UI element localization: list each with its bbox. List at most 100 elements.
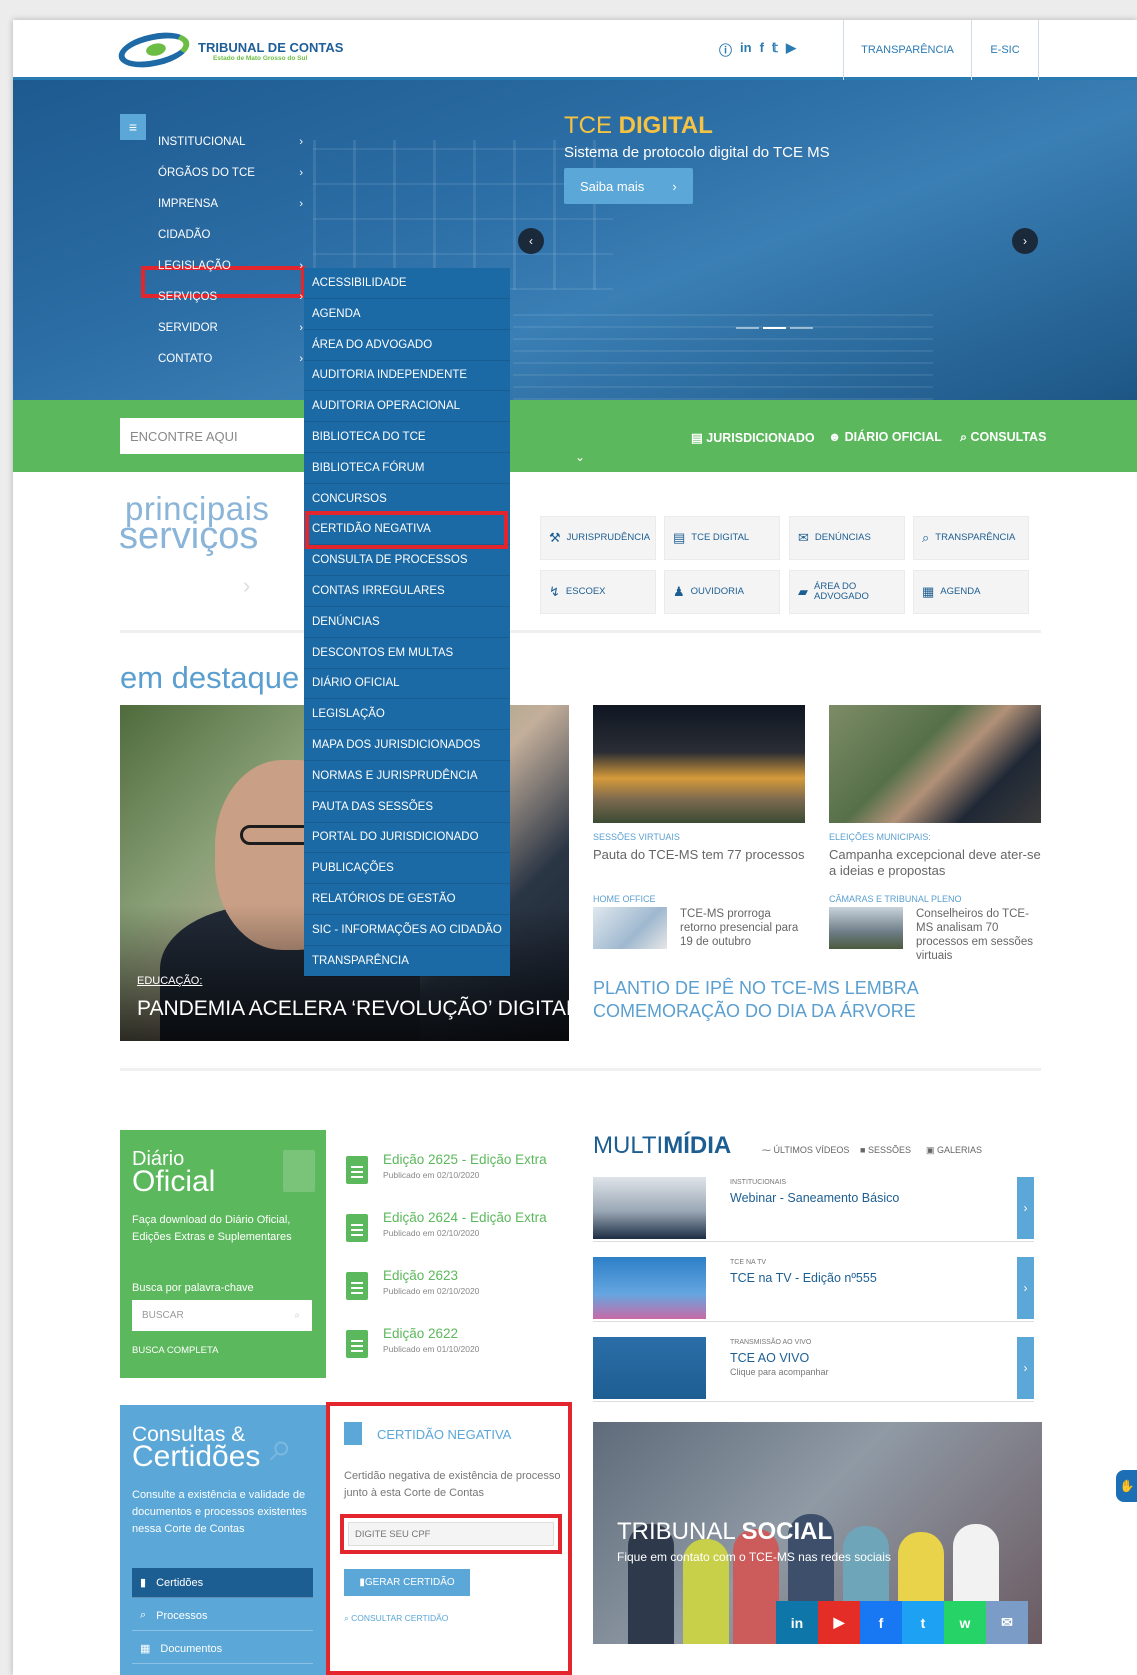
saiba-mais-button[interactable]: Saiba mais › [564,168,693,204]
news-category[interactable]: CÂMARAS E TRIBUNAL PLENO [829,894,962,904]
submenu-item[interactable]: CONSULTA DE PROCESSOS [304,545,510,577]
submenu-item[interactable]: BIBLIOTECA FÓRUM [304,453,510,484]
link-processos[interactable]: ⌕ Processos [132,1601,313,1631]
carousel-prev-button[interactable]: ‹ [518,228,544,254]
chevron-right-icon[interactable]: › [1017,1177,1034,1239]
submenu-item[interactable]: MAPA DOS JURISDICIONADOS [304,730,510,761]
service-item[interactable]: ✉ DENÚNCIAS [789,516,905,560]
menu-item[interactable]: LEGISLAÇÃO › [153,251,313,281]
twitter-icon[interactable]: 𝕥 [772,40,778,59]
menu-item[interactable]: ÓRGÃOS DO TCE › [153,158,313,188]
edicao-item[interactable]: Edição 2624 - Edição Extra Publicado em 0… [346,1210,566,1260]
whatsapp-icon[interactable]: w [944,1601,986,1644]
plantio-headline[interactable]: PLANTIO DE IPÊ NO TCE-MS LEMBRA COMEMORA… [593,977,1033,1023]
submenu-item[interactable]: TRANSPARÊNCIA [304,946,510,977]
link-jurisdicionado[interactable]: ▤ JURISDICIONADO [691,430,815,445]
menu-item[interactable]: IMPRENSA › [153,189,313,219]
menu-item[interactable]: SERVIÇOS › [153,282,313,312]
link-consultas[interactable]: ⌕ CONSULTAS [960,430,1046,445]
news-category[interactable]: SESSÕES VIRTUAIS [593,832,680,842]
logo[interactable]: TRIBUNAL DE CONTAS Estado de Mato Grosso… [115,26,343,74]
edicao-item[interactable]: Edição 2625 - Edição Extra Publicado em 0… [346,1152,566,1202]
news-title[interactable]: Campanha excepcional deve ater-se a idei… [829,847,1041,879]
carousel-next-button[interactable]: › [1012,228,1038,254]
news-category[interactable]: HOME OFFICE [593,894,656,904]
menu-item[interactable]: INSTITUCIONAL › [153,127,313,157]
submenu-item[interactable]: CONTAS IRREGULARES [304,576,510,607]
video-title[interactable]: Webinar - Saneamento Básico [730,1191,899,1205]
main-news-category[interactable]: EDUCAÇÃO: [137,975,202,987]
edicao-title[interactable]: Edição 2625 - Edição Extra [383,1152,547,1167]
menu-item[interactable]: CONTATO › [153,344,313,374]
linkedin-icon[interactable]: in [740,40,752,59]
submenu-item[interactable]: PAUTA DAS SESSÕES [304,792,510,823]
main-news-title[interactable]: PANDEMIA ACELERA ‘REVOLUÇÃO’ DIGITAL [137,997,569,1021]
chevron-down-icon[interactable]: ⌄ [575,450,585,464]
menu-item[interactable]: CIDADÃO [153,220,313,250]
video-thumbnail[interactable] [593,1177,706,1239]
news-thumb[interactable] [829,907,903,949]
twitter-icon[interactable]: t [902,1601,944,1644]
service-item[interactable]: ⌕ TRANSPARÊNCIA [913,516,1029,560]
search-icon[interactable]: ⌕ [294,1310,300,1321]
email-icon[interactable]: ✉ [986,1601,1028,1644]
chevron-right-icon[interactable]: › [1017,1257,1034,1319]
submenu-item[interactable]: NORMAS E JURISPRUDÊNCIA [304,761,510,792]
edicao-title[interactable]: Edição 2623 [383,1268,458,1283]
link-diario-oficial[interactable]: ☻ DIÁRIO OFICIAL [828,430,942,444]
service-item[interactable]: ▰ ÁREA DO ADVOGADO [789,570,905,614]
video-thumbnail[interactable] [593,1337,706,1399]
accessibility-icon[interactable]: ✋ [1116,1470,1137,1502]
submenu-item[interactable]: DESCONTOS EM MULTAS [304,638,510,669]
info-icon[interactable]: ⓘ [719,40,732,59]
service-item[interactable]: ▦ AGENDA [913,570,1029,614]
hamburger-icon[interactable]: ≡ [120,114,146,140]
tab-ultimos-videos[interactable]: ⁓ ÚLTIMOS VÍDEOS [762,1145,849,1156]
tab-galerias[interactable]: ▣ GALERIAS [926,1145,982,1156]
facebook-icon[interactable]: f [860,1601,902,1644]
submenu-item[interactable]: BIBLIOTECA DO TCE [304,422,510,453]
edicao-item[interactable]: Edição 2623 Publicado em 02/10/2020 [346,1268,566,1318]
video-item[interactable]: TCE NA TV TCE na TV - Edição nº555 › [593,1257,1034,1322]
service-item[interactable]: ▤ TCE DIGITAL [664,516,780,560]
consultar-certidao-link[interactable]: ⌕ CONSULTAR CERTIDÃO [344,1613,448,1624]
edicao-title[interactable]: Edição 2624 - Edição Extra [383,1210,547,1225]
submenu-item[interactable]: AGENDA [304,299,510,330]
link-certidoes[interactable]: ▮ Certidões [132,1568,313,1598]
cpf-input[interactable] [348,1522,554,1546]
submenu-item[interactable]: CONCURSOS [304,484,510,515]
submenu-item[interactable]: AUDITORIA OPERACIONAL [304,391,510,423]
submenu-item[interactable]: LEGISLAÇÃO [304,699,510,731]
edicao-title[interactable]: Edição 2622 [383,1326,458,1341]
service-item[interactable]: ♟ OUVIDORIA [664,570,780,614]
news-title[interactable]: Pauta do TCE-MS tem 77 processos [593,847,805,863]
facebook-icon[interactable]: f [760,40,764,59]
diario-search-input[interactable]: BUSCAR ⌕ [132,1300,312,1331]
news-thumb[interactable] [593,907,667,949]
submenu-item[interactable]: SIC - INFORMAÇÕES AO CIDADÃO [304,915,510,946]
submenu-item[interactable]: ACESSIBILIDADE [304,268,510,299]
gerar-certidao-button[interactable]: ▮ GERAR CERTIDÃO [344,1569,470,1596]
submenu-item[interactable]: DIÁRIO OFICIAL [304,668,510,700]
search-input[interactable]: ENCONTRE AQUI [120,418,310,454]
video-thumbnail[interactable] [593,1257,706,1319]
youtube-icon[interactable]: ▶ [818,1601,860,1644]
link-documentos[interactable]: ▦ Documentos [132,1634,313,1664]
tab-sessoes[interactable]: ■ SESSÕES [860,1145,911,1155]
submenu-item[interactable]: DENÚNCIAS [304,607,510,638]
video-item[interactable]: TRANSMISSÃO AO VIVO TCE AO VIVO Clique par… [593,1337,1034,1402]
link-esic[interactable]: E-SIC [971,20,1039,80]
news-title[interactable]: Conselheiros do TCE-MS analisam 70 proce… [916,907,1041,963]
news-title[interactable]: TCE-MS prorroga retorno presencial para … [680,907,810,949]
service-item[interactable]: ↯ ESCOEX [540,570,656,614]
edicao-item[interactable]: Edição 2622 Publicado em 01/10/2020 [346,1326,566,1376]
carousel-dots[interactable] [736,327,813,329]
news-image-1[interactable] [593,705,805,823]
submenu-item[interactable]: PUBLICAÇÕES [304,853,510,885]
youtube-icon[interactable]: ▶ [786,40,796,59]
menu-item[interactable]: SERVIDOR › [153,313,313,343]
link-transparencia[interactable]: TRANSPARÊNCIA [843,20,971,80]
chevron-right-icon[interactable]: › [243,573,250,599]
submenu-item[interactable]: AUDITORIA INDEPENDENTE [304,360,510,392]
submenu-item[interactable]: PORTAL DO JURISDICIONADO [304,822,510,854]
